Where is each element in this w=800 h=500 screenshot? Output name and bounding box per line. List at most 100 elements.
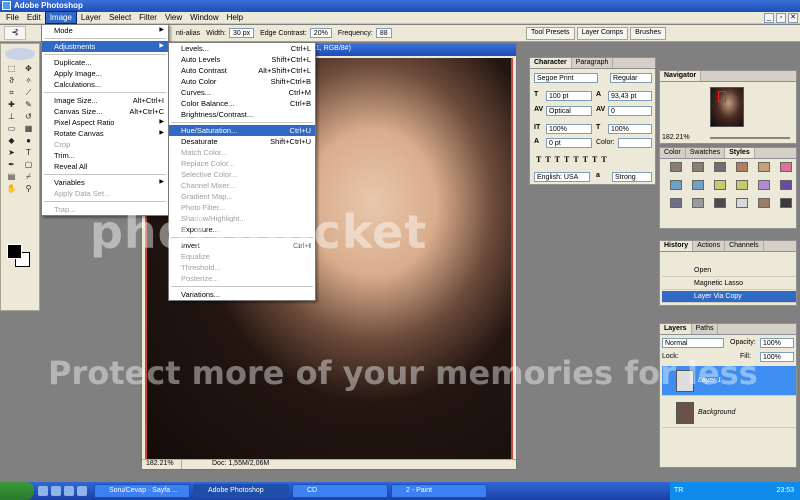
menu-view[interactable]: View bbox=[161, 12, 186, 23]
well-tab-layer-comps[interactable]: Layer Comps bbox=[576, 27, 629, 40]
navigator-zoom-slider[interactable] bbox=[710, 137, 790, 139]
adobe-feather-icon[interactable] bbox=[5, 48, 35, 60]
menu-help[interactable]: Help bbox=[223, 12, 247, 23]
style-swatch[interactable] bbox=[758, 198, 770, 208]
style-swatch[interactable] bbox=[714, 198, 726, 208]
menu-item-reveal-all[interactable]: Reveal All bbox=[42, 161, 168, 172]
menu-item-auto-contrast[interactable]: Auto Contrast Alt+Shift+Ctrl+L bbox=[169, 65, 315, 76]
edge-contrast-input[interactable]: 20% bbox=[309, 28, 332, 38]
eraser-tool-icon[interactable]: ▭ bbox=[4, 124, 19, 134]
blur-tool-icon[interactable]: ◆ bbox=[4, 136, 19, 146]
text-style-buttons[interactable]: TTTTTTTT bbox=[536, 155, 611, 164]
zoom-level[interactable]: 182.21% bbox=[142, 460, 182, 469]
menu-filter[interactable]: Filter bbox=[135, 12, 161, 23]
vertical-scale-input[interactable]: 100% bbox=[546, 124, 592, 134]
anti-alias-select[interactable]: Strong bbox=[612, 172, 652, 182]
menu-item-trim[interactable]: Trim... bbox=[42, 150, 168, 161]
baseline-shift-input[interactable]: 0 pt bbox=[546, 138, 592, 148]
opacity-input[interactable]: 100% bbox=[760, 338, 794, 348]
shape-tool-icon[interactable]: ▢ bbox=[21, 160, 36, 170]
healing-brush-tool-icon[interactable]: ✚ bbox=[4, 100, 19, 110]
path-selection-tool-icon[interactable]: ➤ bbox=[4, 148, 19, 158]
menu-window[interactable]: Window bbox=[186, 12, 222, 23]
menu-item-brightness-contrast[interactable]: Brightness/Contrast... bbox=[169, 109, 315, 120]
tab-channels[interactable]: Channels bbox=[725, 241, 764, 251]
menu-item-color-balance[interactable]: Color Balance... Ctrl+B bbox=[169, 98, 315, 109]
tab-swatches[interactable]: Swatches bbox=[686, 148, 726, 158]
font-style-select[interactable]: Regular bbox=[610, 73, 652, 83]
text-color-swatch[interactable] bbox=[618, 138, 652, 148]
zoom-tool-icon[interactable]: ⚲ bbox=[21, 184, 36, 194]
navigator-thumbnail[interactable] bbox=[710, 87, 744, 127]
navigator-zoom[interactable]: 182.21% bbox=[662, 134, 690, 141]
hand-tool-icon[interactable]: ✋ bbox=[4, 184, 19, 194]
taskbar-item[interactable]: CD bbox=[292, 484, 388, 498]
layer-name[interactable]: Background bbox=[698, 409, 735, 416]
style-swatch[interactable] bbox=[692, 180, 704, 190]
taskbar-item[interactable]: Soru/Cevap · Sayfa ... bbox=[94, 484, 190, 498]
menu-layer[interactable]: Layer bbox=[77, 12, 105, 23]
tab-color[interactable]: Color bbox=[660, 148, 686, 158]
menu-item-duplicate[interactable]: Duplicate... bbox=[42, 57, 168, 68]
width-input[interactable]: 30 px bbox=[228, 28, 255, 38]
taskbar-item[interactable]: 2 - Paint bbox=[391, 484, 487, 498]
start-button[interactable] bbox=[0, 482, 34, 500]
menu-item-variables[interactable]: Variables ▶ bbox=[42, 177, 168, 188]
menu-item-canvas-size[interactable]: Canvas Size... Alt+Ctrl+C bbox=[42, 106, 168, 117]
magic-wand-tool-icon[interactable]: ✧ bbox=[21, 76, 36, 86]
style-swatch[interactable] bbox=[780, 198, 792, 208]
font-family-select[interactable]: Segoe Print bbox=[534, 73, 598, 83]
menu-item-levels[interactable]: Levels... Ctrl+L bbox=[169, 43, 315, 54]
tab-paragraph[interactable]: Paragraph bbox=[572, 58, 614, 68]
style-swatch[interactable] bbox=[692, 198, 704, 208]
frequency-input[interactable]: 88 bbox=[375, 28, 392, 38]
move-tool-icon[interactable]: ✥ bbox=[21, 64, 36, 74]
style-swatch[interactable] bbox=[670, 198, 682, 208]
marquee-tool-icon[interactable]: ⬚ bbox=[4, 64, 19, 74]
crop-tool-icon[interactable]: ⌗ bbox=[4, 88, 19, 98]
menu-image[interactable]: Image bbox=[44, 11, 77, 24]
notes-tool-icon[interactable]: ▤ bbox=[4, 172, 19, 182]
menu-item-adjustments[interactable]: Adjustments ▶ bbox=[42, 41, 168, 52]
style-swatch[interactable] bbox=[758, 162, 770, 172]
lasso-tool-icon[interactable]: ϑ bbox=[4, 76, 19, 86]
taskbar-item-active[interactable]: Adobe Photoshop bbox=[193, 484, 289, 498]
style-swatch[interactable] bbox=[736, 162, 748, 172]
type-tool-icon[interactable]: T bbox=[21, 148, 36, 158]
dodge-tool-icon[interactable]: ● bbox=[21, 136, 36, 146]
font-size-input[interactable]: 100 pt bbox=[546, 91, 592, 101]
clone-stamp-tool-icon[interactable]: ⊥ bbox=[4, 112, 19, 122]
tab-paths[interactable]: Paths bbox=[692, 324, 719, 334]
tracking-input[interactable]: 0 bbox=[608, 106, 652, 116]
history-item-selected[interactable]: Layer Via Copy bbox=[662, 291, 796, 303]
media-icon[interactable] bbox=[64, 486, 74, 496]
well-tab-brushes[interactable]: Brushes bbox=[630, 27, 666, 40]
style-swatch[interactable] bbox=[670, 162, 682, 172]
style-swatch[interactable] bbox=[758, 180, 770, 190]
gradient-tool-icon[interactable]: ▦ bbox=[21, 124, 36, 134]
language-select[interactable]: English: USA bbox=[534, 172, 590, 182]
menu-item-pixel-aspect-ratio[interactable]: Pixel Aspect Ratio ▶ bbox=[42, 117, 168, 128]
style-swatch[interactable] bbox=[714, 162, 726, 172]
blend-mode-select[interactable]: Normal bbox=[662, 338, 724, 348]
app-icon[interactable] bbox=[77, 486, 87, 496]
eyedropper-tool-icon[interactable]: ⌿ bbox=[21, 172, 36, 182]
menu-item-mode[interactable]: Mode ▶ bbox=[42, 25, 168, 36]
restore-icon[interactable]: ▫ bbox=[776, 13, 786, 23]
close-icon[interactable]: ✕ bbox=[788, 13, 798, 23]
menu-item-desaturate[interactable]: Desaturate Shift+Ctrl+U bbox=[169, 136, 315, 147]
tab-actions[interactable]: Actions bbox=[693, 241, 726, 251]
menu-item-curves[interactable]: Curves... Ctrl+M bbox=[169, 87, 315, 98]
style-swatch[interactable] bbox=[780, 162, 792, 172]
history-brush-tool-icon[interactable]: ↺ bbox=[21, 112, 36, 122]
anti-alias-option[interactable]: nti-alias bbox=[176, 30, 200, 37]
tab-styles[interactable]: Styles bbox=[725, 148, 755, 158]
style-swatch[interactable] bbox=[714, 180, 726, 190]
minimize-icon[interactable]: _ bbox=[764, 13, 774, 23]
history-item[interactable]: Magnetic Lasso bbox=[662, 278, 796, 290]
leading-input[interactable]: 93,43 pt bbox=[608, 91, 652, 101]
tab-navigator[interactable]: Navigator bbox=[660, 71, 702, 81]
layer-row[interactable]: Background bbox=[662, 398, 796, 428]
slice-tool-icon[interactable]: ⟋ bbox=[21, 88, 36, 98]
kerning-select[interactable]: Optical bbox=[546, 106, 592, 116]
